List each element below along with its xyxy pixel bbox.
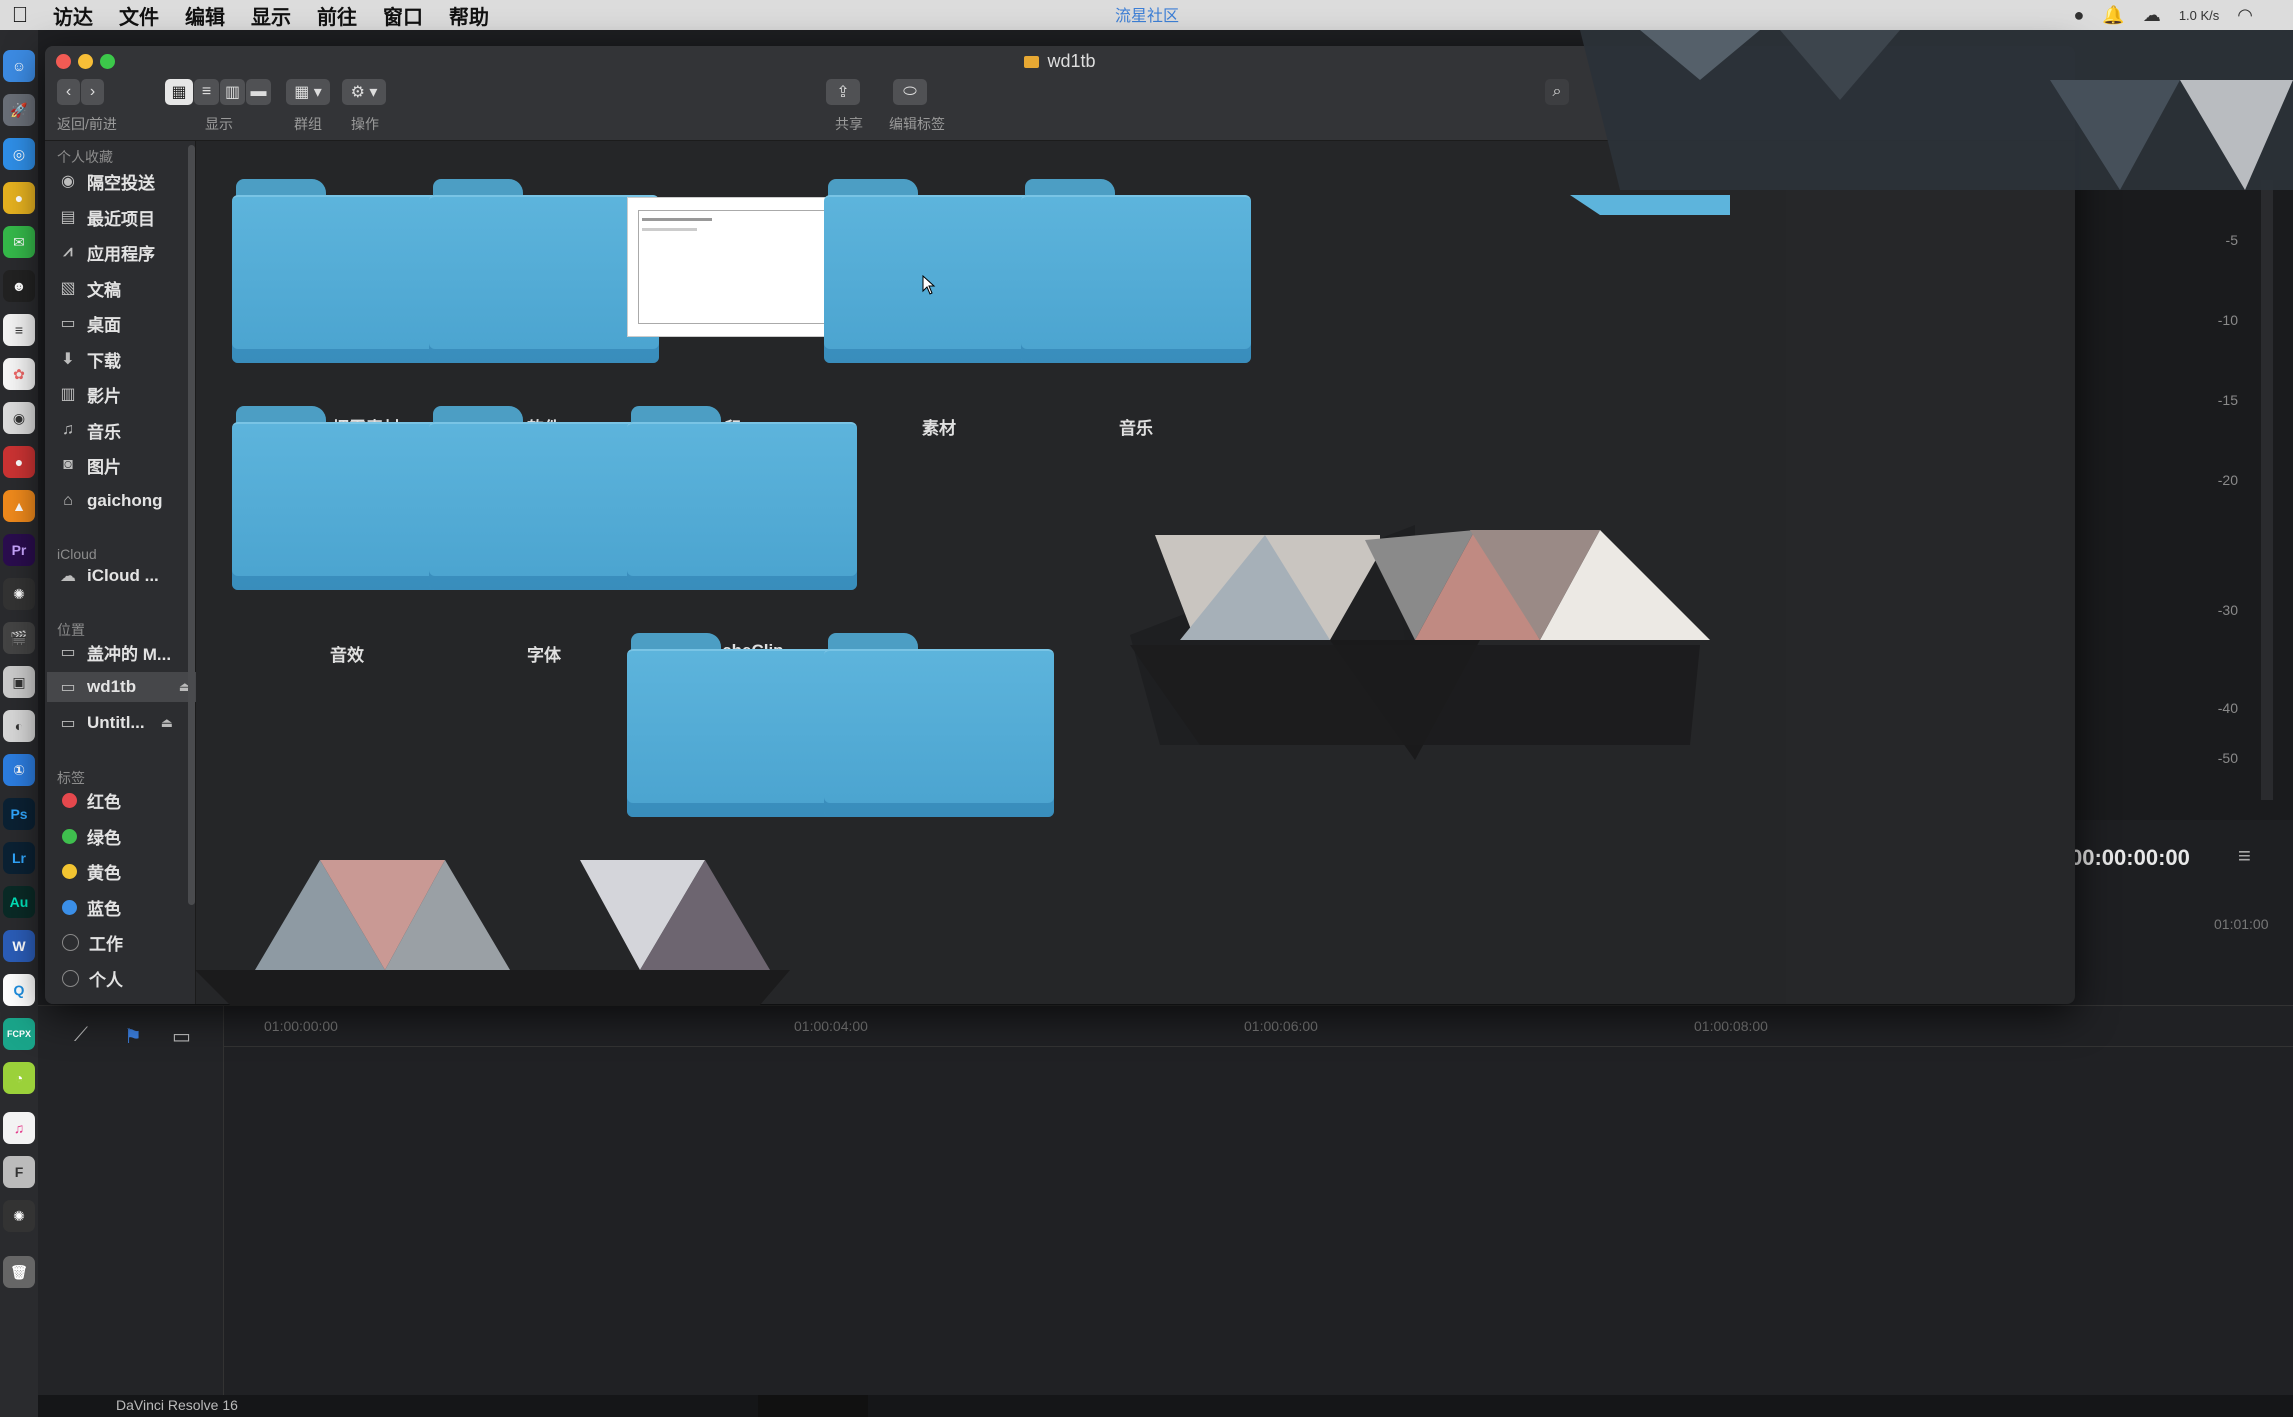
- transition-glitch-overlay: [195, 30, 2293, 1005]
